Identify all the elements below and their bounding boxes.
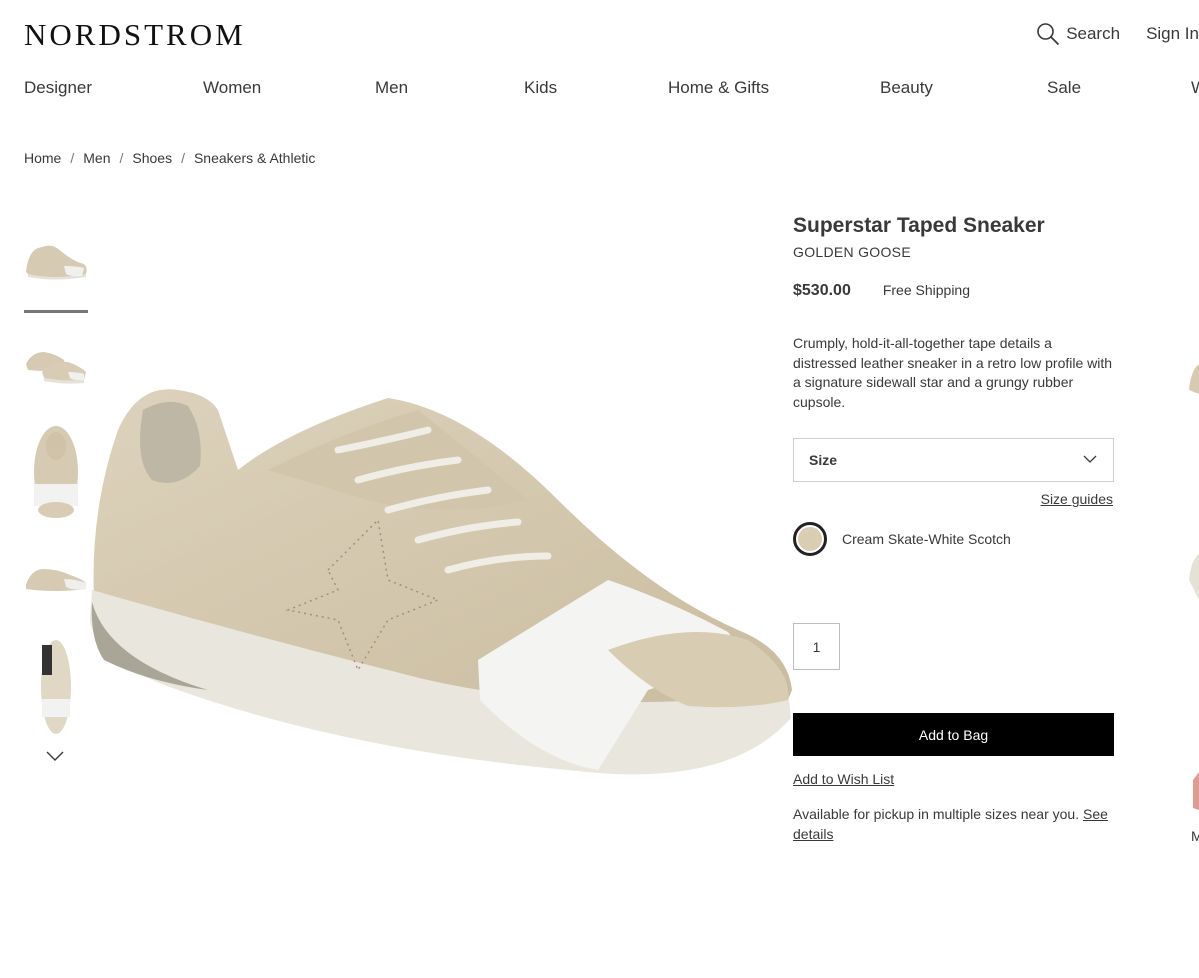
pickup-availability: Available for pickup in multiple sizes n… bbox=[793, 805, 1115, 844]
main-nav: Designer Women Men Kids Home & Gifts Bea… bbox=[0, 78, 1199, 100]
breadcrumb-shoes[interactable]: Shoes bbox=[132, 150, 172, 166]
nav-home-gifts[interactable]: Home & Gifts bbox=[668, 78, 769, 98]
product-description: Crumply, hold-it-all-together tape detai… bbox=[793, 335, 1113, 410]
rail-item-label: M bbox=[1191, 828, 1199, 844]
nav-men[interactable]: Men bbox=[375, 78, 408, 98]
sign-in-link[interactable]: Sign In bbox=[1146, 24, 1199, 44]
search-button[interactable]: Search bbox=[1036, 22, 1120, 46]
nav-kids[interactable]: Kids bbox=[524, 78, 557, 98]
size-guides-link[interactable]: Size guides bbox=[1041, 491, 1113, 507]
product-price: $530.00 bbox=[793, 282, 851, 299]
thumbnail-top-view[interactable] bbox=[24, 422, 88, 518]
thumbnail-sole-view[interactable] bbox=[24, 637, 88, 734]
nav-designer[interactable]: Designer bbox=[24, 78, 92, 98]
nav-overflow-item[interactable]: W bbox=[1191, 78, 1199, 98]
breadcrumb: Home / Men / Shoes / Sneakers & Athletic bbox=[24, 150, 315, 166]
breadcrumb-separator: / bbox=[119, 150, 124, 166]
breadcrumb-separator: / bbox=[70, 150, 75, 166]
shipping-info: Free Shipping bbox=[882, 282, 971, 298]
search-label: Search bbox=[1066, 24, 1121, 43]
search-icon bbox=[1037, 23, 1060, 46]
breadcrumb-home[interactable]: Home bbox=[24, 150, 61, 166]
size-dropdown-label: Size bbox=[809, 452, 838, 468]
add-to-bag-button[interactable]: Add to Bag bbox=[793, 713, 1114, 756]
nav-beauty[interactable]: Beauty bbox=[880, 78, 933, 98]
chevron-down-icon bbox=[1083, 455, 1097, 463]
thumbnail-low-view[interactable] bbox=[24, 537, 88, 617]
price-row: $530.00 Free Shipping bbox=[793, 282, 1115, 300]
quantity-input[interactable]: 1 bbox=[793, 623, 840, 670]
add-to-wish-list-link[interactable]: Add to Wish List bbox=[793, 771, 894, 787]
color-swatch-selected[interactable] bbox=[793, 522, 827, 556]
breadcrumb-sneakers-athletic[interactable]: Sneakers & Athletic bbox=[194, 150, 315, 166]
product-details: Superstar Taped Sneaker GOLDEN GOOSE $53… bbox=[793, 212, 1115, 842]
product-brand[interactable]: GOLDEN GOOSE bbox=[793, 244, 1115, 260]
breadcrumb-separator: / bbox=[181, 150, 185, 166]
nordstrom-logo[interactable]: NORDSTROM bbox=[24, 18, 246, 52]
color-name: Cream Skate-White Scotch bbox=[842, 531, 1011, 547]
breadcrumb-men[interactable]: Men bbox=[83, 150, 110, 166]
thumbnail-side-view[interactable] bbox=[24, 222, 88, 313]
product-title: Superstar Taped Sneaker bbox=[793, 214, 1045, 237]
nav-women[interactable]: Women bbox=[203, 78, 261, 98]
recommendations-rail: M bbox=[1185, 340, 1199, 860]
pickup-text: Available for pickup in multiple sizes n… bbox=[793, 806, 1080, 822]
thumbnail-pair-view[interactable] bbox=[24, 322, 88, 402]
header-actions: Search Sign In bbox=[1036, 22, 1199, 46]
product-main-image[interactable] bbox=[88, 370, 793, 800]
nav-sale[interactable]: Sale bbox=[1047, 78, 1081, 98]
size-dropdown[interactable]: Size bbox=[793, 438, 1114, 482]
color-selector: Cream Skate-White Scotch bbox=[793, 522, 1011, 556]
chevron-down-icon[interactable] bbox=[46, 750, 64, 762]
